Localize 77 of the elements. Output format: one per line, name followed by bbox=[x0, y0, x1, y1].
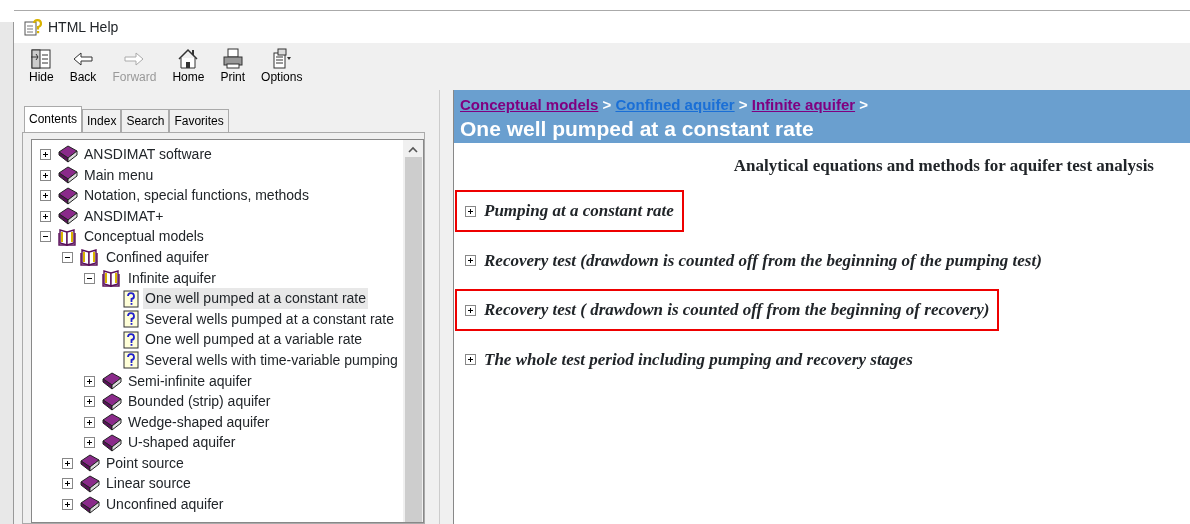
breadcrumb-separator: > bbox=[738, 96, 748, 114]
home-button[interactable]: Home bbox=[165, 47, 212, 85]
expand-icon[interactable] bbox=[84, 396, 95, 408]
tree-item[interactable]: Notation, special functions, methods bbox=[82, 185, 311, 207]
panel-icon bbox=[29, 47, 54, 71]
expand-icon[interactable] bbox=[62, 478, 73, 490]
expand-icon[interactable] bbox=[40, 149, 51, 160]
tree-item[interactable]: U-shaped aquifer bbox=[126, 432, 238, 454]
window-title: HTML Help bbox=[48, 17, 119, 37]
expand-icon[interactable] bbox=[62, 457, 73, 469]
tab[interactable]: Favorites bbox=[169, 109, 229, 133]
tree-item[interactable]: Wedge-shaped aquifer bbox=[126, 411, 272, 433]
section-link[interactable]: Recovery test (drawdown is counted off from the beginning of the pumping test) bbox=[484, 247, 1042, 274]
book-icon bbox=[79, 494, 100, 515]
tree-item[interactable]: Several wells pumped at a constant rate bbox=[143, 308, 397, 330]
open-book-icon bbox=[101, 268, 122, 289]
book-icon bbox=[101, 391, 122, 412]
breadcrumb-separator: > bbox=[602, 96, 612, 114]
page-subtitle: Analytical equations and methods for aquifer test analysis bbox=[732, 154, 1155, 177]
expand-icon[interactable] bbox=[40, 210, 51, 222]
expand-icon[interactable] bbox=[84, 375, 95, 387]
open-book-icon bbox=[79, 247, 100, 268]
section-link[interactable]: Pumping at a constant rate bbox=[484, 198, 674, 224]
book-icon bbox=[57, 206, 78, 227]
help-icon bbox=[24, 18, 42, 36]
tree-item[interactable]: One well pumped at a variable rate bbox=[143, 329, 365, 351]
tree-item[interactable]: Main menu bbox=[82, 164, 156, 186]
expand-icon[interactable] bbox=[465, 205, 476, 217]
tree-item[interactable]: Unconfined aquifer bbox=[104, 494, 226, 516]
help-page-icon bbox=[123, 310, 139, 329]
open-book-icon bbox=[57, 226, 78, 247]
print-button[interactable]: Print bbox=[213, 47, 253, 85]
section-link[interactable]: Recovery test ( drawdown is counted off from the beginning of recovery) bbox=[484, 297, 990, 323]
book-icon bbox=[79, 453, 100, 474]
book-icon bbox=[57, 165, 78, 186]
help-page-icon bbox=[123, 289, 139, 308]
book-icon bbox=[101, 371, 122, 391]
breadcrumb-separator: > bbox=[859, 96, 869, 114]
tree-item[interactable]: One well pumped at a constant rate bbox=[143, 288, 369, 310]
book-icon bbox=[101, 412, 122, 433]
collapse-icon[interactable] bbox=[84, 272, 95, 284]
tree-item[interactable]: Infinite aquifer bbox=[126, 267, 218, 289]
expand-icon[interactable] bbox=[62, 499, 73, 511]
expand-icon[interactable] bbox=[465, 354, 476, 366]
tree-item[interactable]: Bounded (strip) aquifer bbox=[126, 391, 273, 413]
book-icon bbox=[57, 144, 78, 165]
tree-item[interactable]: Several wells with time-variable pumping bbox=[143, 349, 400, 371]
collapse-icon[interactable] bbox=[40, 231, 51, 243]
tree-item[interactable]: Linear source bbox=[104, 473, 193, 495]
help-page-icon bbox=[123, 330, 139, 349]
back-button[interactable]: Back bbox=[62, 47, 104, 85]
expand-icon[interactable] bbox=[40, 190, 51, 202]
expand-icon[interactable] bbox=[84, 437, 95, 449]
help-page-icon bbox=[123, 351, 139, 370]
expand-icon[interactable] bbox=[465, 255, 476, 267]
tab[interactable]: Search bbox=[121, 109, 170, 133]
tab[interactable]: Index bbox=[82, 109, 122, 133]
tree-item[interactable]: Confined aquifer bbox=[104, 246, 211, 268]
page-title: One well pumped at a constant rate bbox=[460, 116, 815, 140]
options-button[interactable]: Options bbox=[254, 47, 310, 85]
expand-icon[interactable] bbox=[84, 416, 95, 428]
section-link[interactable]: The whole test period including pumping and recovery stages bbox=[484, 346, 913, 373]
printer-icon bbox=[220, 47, 245, 71]
tab[interactable]: Contents bbox=[24, 106, 83, 133]
expand-icon[interactable] bbox=[40, 169, 51, 181]
book-icon bbox=[101, 432, 122, 453]
tree-item[interactable]: Point source bbox=[104, 452, 186, 474]
collapse-icon[interactable] bbox=[62, 251, 73, 263]
tree-item[interactable]: Conceptual models bbox=[82, 226, 206, 248]
expand-icon[interactable] bbox=[465, 304, 476, 316]
hide-button[interactable]: Hide bbox=[22, 47, 61, 85]
tree-item[interactable]: Semi-infinite aquifer bbox=[126, 370, 254, 392]
tree-item[interactable]: ANSDIMAT software bbox=[82, 144, 214, 165]
tree-item[interactable]: ANSDIMAT+ bbox=[82, 205, 166, 227]
book-icon bbox=[79, 474, 100, 494]
book-icon bbox=[57, 185, 78, 206]
pane-splitter[interactable] bbox=[439, 90, 454, 524]
